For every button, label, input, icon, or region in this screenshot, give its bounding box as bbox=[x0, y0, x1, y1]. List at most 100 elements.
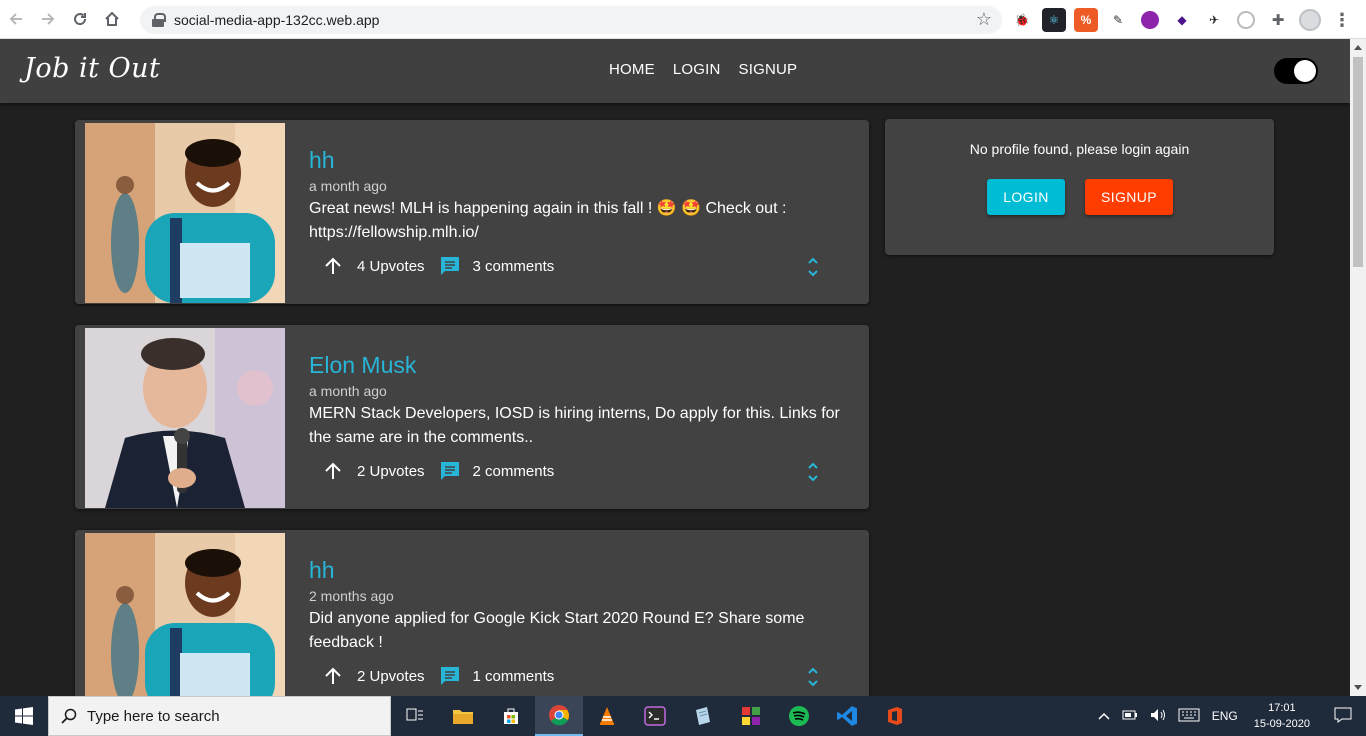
clock-date: 15-09-2020 bbox=[1253, 718, 1310, 730]
microsoft-store-icon[interactable] bbox=[487, 696, 535, 736]
forward-arrow-icon[interactable] bbox=[32, 0, 64, 39]
search-icon bbox=[61, 708, 77, 724]
taskbar-search[interactable]: Type here to search bbox=[48, 696, 391, 736]
task-view-icon[interactable] bbox=[391, 696, 439, 736]
graduation-extension-icon[interactable]: ◆ bbox=[1170, 8, 1194, 32]
comment-icon[interactable] bbox=[439, 460, 461, 482]
home-icon[interactable] bbox=[96, 0, 128, 39]
page-scrollbar[interactable] bbox=[1350, 39, 1366, 696]
post-content: hh a month ago Great news! MLH is happen… bbox=[309, 145, 849, 245]
file-explorer-icon[interactable] bbox=[439, 696, 487, 736]
windows-start-icon[interactable] bbox=[0, 696, 48, 736]
spotify-icon[interactable] bbox=[775, 696, 823, 736]
expand-chevrons-icon[interactable] bbox=[805, 255, 821, 279]
clock[interactable]: 17:01 15-09-2020 bbox=[1244, 700, 1320, 732]
reload-icon[interactable] bbox=[64, 0, 96, 39]
windows-taskbar: Type here to search ENG 17:01 15-09-2020 bbox=[0, 696, 1366, 736]
clock-time: 17:01 bbox=[1268, 702, 1296, 714]
browser-toolbar: social-media-app-132cc.web.app ☆ 🐞 ⚛ % ✎… bbox=[0, 0, 1366, 39]
post-card: hh a month ago Great news! MLH is happen… bbox=[75, 120, 869, 304]
post-body: Did anyone applied for Google Kick Start… bbox=[309, 610, 805, 651]
upvote-arrow-icon[interactable] bbox=[323, 256, 343, 276]
post-time: a month ago bbox=[309, 178, 387, 194]
purple-circle-extension-icon[interactable] bbox=[1138, 8, 1162, 32]
system-tray: ENG 17:01 15-09-2020 bbox=[1092, 696, 1366, 736]
battery-icon[interactable] bbox=[1116, 709, 1144, 723]
expand-chevrons-icon[interactable] bbox=[805, 665, 821, 689]
comment-icon[interactable] bbox=[439, 255, 461, 277]
scroll-thumb[interactable] bbox=[1353, 57, 1363, 267]
post-author-photo bbox=[85, 328, 285, 508]
vscode-icon[interactable] bbox=[823, 696, 871, 736]
post-body: MERN Stack Developers, IOSD is hiring in… bbox=[309, 405, 840, 446]
post-content: Elon Musk a month ago MERN Stack Develop… bbox=[309, 350, 849, 450]
comment-icon[interactable] bbox=[439, 665, 461, 687]
post-author-photo bbox=[85, 123, 285, 303]
theme-toggle[interactable] bbox=[1274, 58, 1318, 84]
upvote-count: 4 Upvotes bbox=[357, 257, 425, 275]
extensions-row: 🐞 ⚛ % ✎ ◆ ✈ ✚ ⋮ bbox=[1010, 8, 1354, 32]
post-time: 2 months ago bbox=[309, 588, 394, 604]
post-author[interactable]: hh bbox=[309, 555, 849, 585]
upvote-count: 2 Upvotes bbox=[357, 667, 425, 685]
scroll-up-arrow-icon[interactable] bbox=[1354, 45, 1362, 50]
nav-signup-link[interactable]: SIGNUP bbox=[730, 61, 807, 78]
post-card: hh 2 months ago Did anyone applied for G… bbox=[75, 530, 869, 696]
search-placeholder: Type here to search bbox=[87, 707, 220, 725]
nav-login-link[interactable]: LOGIN bbox=[664, 61, 730, 78]
keyboard-icon[interactable] bbox=[1172, 708, 1206, 725]
post-actions: 2 Upvotes 1 comments bbox=[323, 665, 554, 687]
browser-menu-icon[interactable]: ⋮ bbox=[1330, 8, 1354, 32]
upvote-arrow-icon[interactable] bbox=[323, 666, 343, 686]
post-body: Great news! MLH is happening again in th… bbox=[309, 200, 787, 241]
address-bar[interactable]: social-media-app-132cc.web.app ☆ bbox=[140, 6, 1002, 34]
login-button[interactable]: LOGIN bbox=[987, 179, 1065, 215]
post-author[interactable]: Elon Musk bbox=[309, 350, 849, 380]
page-viewport: Job it Out HOME LOGIN SIGNUP hh a month … bbox=[0, 39, 1350, 696]
terminal-icon[interactable] bbox=[631, 696, 679, 736]
notifications-icon[interactable] bbox=[1320, 707, 1366, 726]
toggle-knob bbox=[1294, 60, 1316, 82]
language-indicator[interactable]: ENG bbox=[1206, 709, 1244, 723]
post-author[interactable]: hh bbox=[309, 145, 849, 175]
profile-avatar-icon[interactable] bbox=[1298, 8, 1322, 32]
post-content: hh 2 months ago Did anyone applied for G… bbox=[309, 555, 849, 655]
percent-extension-icon[interactable]: % bbox=[1074, 8, 1098, 32]
pen-extension-icon[interactable]: ✎ bbox=[1106, 8, 1130, 32]
upvote-count: 2 Upvotes bbox=[357, 462, 425, 480]
circle-extension-icon[interactable] bbox=[1234, 8, 1258, 32]
comment-count[interactable]: 1 comments bbox=[473, 668, 555, 685]
main-nav: HOME LOGIN SIGNUP bbox=[600, 61, 806, 78]
lock-icon bbox=[152, 13, 166, 27]
post-actions: 4 Upvotes 3 comments bbox=[323, 255, 554, 277]
signup-button[interactable]: SIGNUP bbox=[1085, 179, 1173, 215]
tray-overflow-chevron-icon[interactable] bbox=[1092, 709, 1116, 723]
bookmark-star-icon[interactable]: ☆ bbox=[976, 9, 992, 30]
react-extension-icon[interactable]: ⚛ bbox=[1042, 8, 1066, 32]
comment-count[interactable]: 2 comments bbox=[473, 463, 555, 480]
app-header: Job it Out HOME LOGIN SIGNUP bbox=[0, 39, 1350, 103]
no-profile-message: No profile found, please login again bbox=[969, 141, 1190, 157]
volume-icon[interactable] bbox=[1144, 708, 1172, 725]
office-icon[interactable] bbox=[871, 696, 919, 736]
back-arrow-icon[interactable] bbox=[0, 0, 32, 39]
bug-extension-icon[interactable]: 🐞 bbox=[1010, 8, 1034, 32]
post-actions: 2 Upvotes 2 comments bbox=[323, 460, 554, 482]
profile-card: No profile found, please login again LOG… bbox=[885, 119, 1274, 255]
chrome-taskbar-icon[interactable] bbox=[535, 696, 583, 736]
vlc-icon[interactable] bbox=[583, 696, 631, 736]
post-author-photo bbox=[85, 533, 285, 696]
app-logo[interactable]: Job it Out bbox=[24, 53, 160, 84]
bird-extension-icon[interactable]: ✈ bbox=[1202, 8, 1226, 32]
scroll-down-arrow-icon[interactable] bbox=[1354, 685, 1362, 690]
nav-home-link[interactable]: HOME bbox=[600, 61, 664, 78]
upvote-arrow-icon[interactable] bbox=[323, 461, 343, 481]
post-card: Elon Musk a month ago MERN Stack Develop… bbox=[75, 325, 869, 509]
expand-chevrons-icon[interactable] bbox=[805, 460, 821, 484]
post-time: a month ago bbox=[309, 383, 387, 399]
puzzle-extensions-icon[interactable]: ✚ bbox=[1266, 8, 1290, 32]
notes-app-icon[interactable] bbox=[679, 696, 727, 736]
url-text: social-media-app-132cc.web.app bbox=[174, 12, 380, 28]
office-tiles-icon[interactable] bbox=[727, 696, 775, 736]
comment-count[interactable]: 3 comments bbox=[473, 258, 555, 275]
